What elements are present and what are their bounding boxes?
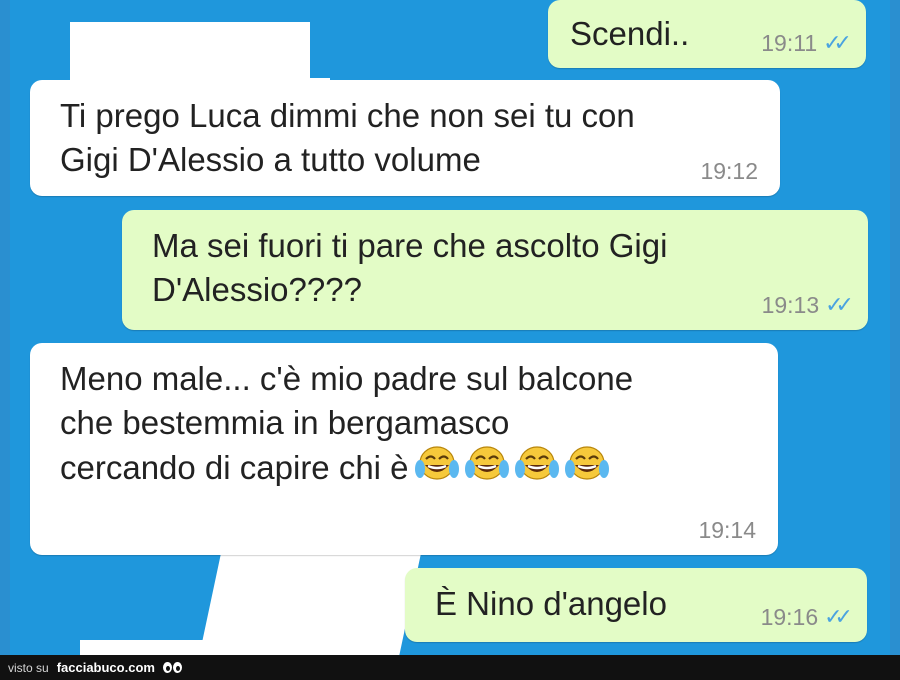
eyes-logo-icon	[162, 662, 182, 673]
read-receipt-icon: ✓✓	[824, 604, 853, 629]
message-meta: 19:11 ✓✓	[761, 30, 852, 56]
read-receipt-icon: ✓✓	[823, 30, 852, 55]
emoji-row	[409, 446, 609, 486]
message-bubble-outgoing[interactable]: Ma sei fuori ti pare che ascolto Gigi D'…	[122, 210, 868, 330]
message-text: Ma sei fuori ti pare che ascolto Gigi D'…	[152, 227, 668, 308]
message-bubble-outgoing[interactable]: È Nino d'angelo 19:16 ✓✓	[405, 568, 867, 642]
message-bubble-incoming[interactable]: Ti prego Luca dimmi che non sei tu con G…	[30, 80, 780, 196]
message-time: 19:16	[760, 604, 819, 630]
footer-site[interactable]: facciabuco.com	[57, 660, 155, 675]
message-bubble-incoming[interactable]: Meno male... c'è mio padre sul balcone c…	[30, 343, 778, 555]
wallpaper-edge	[890, 0, 900, 655]
chat-area: Scendi.. 19:11 ✓✓ Ti prego Luca dimmi ch…	[0, 0, 900, 655]
message-meta: 19:13 ✓✓	[761, 292, 854, 318]
read-receipt-icon: ✓✓	[825, 292, 854, 317]
wallpaper-shape	[80, 640, 340, 655]
wallpaper-shape	[70, 22, 310, 80]
message-text-block: Meno male... c'è mio padre sul balcone c…	[60, 357, 633, 490]
message-time: 19:13	[761, 292, 820, 318]
footer-prefix: visto su	[8, 660, 49, 675]
message-text: Ti prego Luca dimmi che non sei tu con G…	[60, 97, 635, 178]
message-time: 19:14	[698, 517, 756, 543]
message-meta: 19:14	[698, 517, 756, 543]
message-time: 19:11	[761, 30, 818, 56]
message-time: 19:12	[700, 158, 758, 184]
face-with-tears-of-joy-icon	[414, 445, 459, 485]
face-with-tears-of-joy-icon	[464, 445, 509, 485]
watermark-footer: visto su facciabuco.com	[0, 655, 900, 680]
message-text: Scendi..	[570, 15, 690, 52]
face-with-tears-of-joy-icon	[564, 445, 609, 485]
message-meta: 19:12	[700, 158, 758, 184]
face-with-tears-of-joy-icon	[514, 445, 559, 485]
message-meta: 19:16 ✓✓	[760, 604, 853, 630]
message-bubble-outgoing[interactable]: Scendi.. 19:11 ✓✓	[548, 0, 866, 68]
message-text: È Nino d'angelo	[435, 585, 667, 622]
wallpaper-edge	[0, 0, 10, 655]
